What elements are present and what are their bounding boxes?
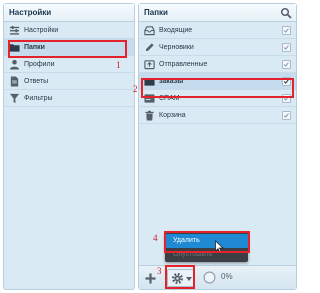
folder-row-drafts[interactable]: Черновики bbox=[139, 39, 296, 56]
sidebar-item-label: Фильтры bbox=[24, 95, 53, 102]
folder-row-spam[interactable]: СПАМ bbox=[139, 90, 296, 107]
chevron-down-icon bbox=[186, 277, 192, 281]
folder-icon bbox=[144, 78, 155, 86]
user-icon bbox=[9, 59, 20, 70]
inbox-icon bbox=[144, 26, 155, 36]
annotation-number-4: 4 bbox=[153, 233, 158, 243]
sidebar-item-profiles[interactable]: Профили bbox=[4, 56, 134, 73]
folder-icon bbox=[9, 44, 20, 52]
sidebar-item-label: Настройки bbox=[24, 27, 59, 34]
folder-row-orders[interactable]: заказы bbox=[139, 73, 296, 90]
folders-title-text: Папки bbox=[144, 8, 168, 17]
sidebar-item-label: Профили bbox=[24, 61, 55, 68]
folder-row-trash[interactable]: Корзина bbox=[139, 107, 296, 124]
annotation-number-3: 3 bbox=[157, 266, 162, 276]
folder-row-inbox[interactable]: Входящие bbox=[139, 22, 296, 39]
storage-usage-text: 0% bbox=[221, 272, 233, 281]
filter-icon bbox=[9, 93, 20, 104]
folder-label: заказы bbox=[159, 78, 184, 85]
folder-label: СПАМ bbox=[159, 95, 180, 102]
sidebar-item-settings[interactable]: Настройки bbox=[4, 22, 134, 39]
settings-panel: Настройки Настройки Папки Профили Ответы bbox=[3, 3, 135, 290]
folder-checkbox[interactable] bbox=[282, 43, 291, 52]
trash-icon bbox=[145, 110, 154, 121]
folder-checkbox[interactable] bbox=[282, 77, 291, 86]
sent-icon bbox=[144, 60, 155, 70]
pencil-icon bbox=[145, 43, 154, 52]
folders-footer: 0% bbox=[139, 265, 296, 289]
folder-settings-button[interactable] bbox=[167, 269, 195, 287]
folder-label: Корзина bbox=[159, 112, 186, 119]
settings-panel-title: Настройки bbox=[4, 4, 134, 22]
mouse-cursor-icon bbox=[215, 240, 225, 254]
document-icon bbox=[10, 76, 19, 87]
folder-checkbox[interactable] bbox=[282, 94, 291, 103]
folder-label: Черновики bbox=[159, 44, 194, 51]
gear-icon bbox=[171, 272, 184, 285]
annotation-number-2: 2 bbox=[133, 84, 138, 94]
empty-folder-menu-item[interactable]: Опустошить bbox=[165, 248, 248, 262]
sidebar-item-filters[interactable]: Фильтры bbox=[4, 90, 134, 107]
folder-label: Отправленные bbox=[159, 61, 208, 68]
folder-label: Входящие bbox=[159, 27, 193, 34]
settings-sliders-icon bbox=[9, 25, 20, 35]
sidebar-item-folders[interactable]: Папки bbox=[4, 39, 134, 56]
sidebar-item-label: Ответы bbox=[24, 78, 49, 85]
annotation-number-1: 1 bbox=[116, 60, 121, 70]
folder-checkbox[interactable] bbox=[282, 26, 291, 35]
sidebar-item-replies[interactable]: Ответы bbox=[4, 73, 134, 90]
folder-checkbox[interactable] bbox=[282, 60, 291, 69]
folder-checkbox[interactable] bbox=[282, 111, 291, 120]
add-folder-icon[interactable] bbox=[145, 273, 156, 284]
spam-icon bbox=[144, 94, 155, 103]
storage-usage-icon bbox=[203, 271, 216, 284]
folders-panel-title: Папки bbox=[139, 4, 296, 22]
search-icon[interactable] bbox=[280, 7, 292, 19]
sidebar-item-label: Папки bbox=[24, 44, 45, 51]
delete-menu-item[interactable]: Удалить bbox=[165, 234, 248, 248]
folder-context-menu: Удалить Опустошить bbox=[165, 232, 248, 262]
folder-row-sent[interactable]: Отправленные bbox=[139, 56, 296, 73]
